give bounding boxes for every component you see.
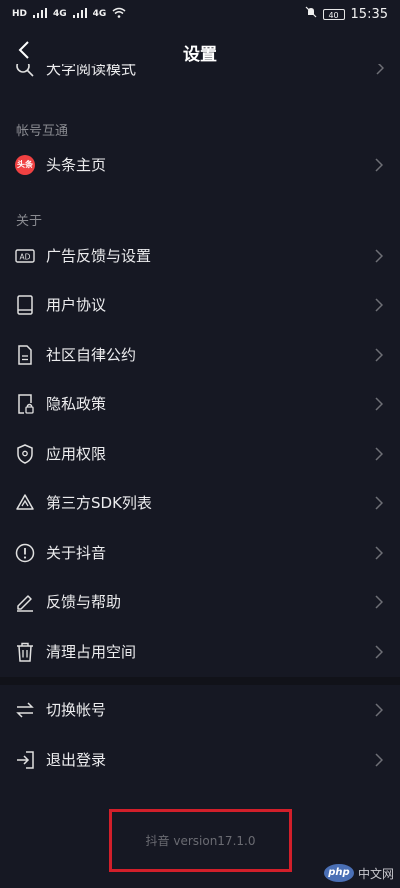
status-time: 15:35	[350, 6, 388, 22]
chevron-right-icon	[374, 396, 384, 412]
status-left: HD 4G 4G	[12, 7, 126, 22]
list-item-switch-account[interactable]: 切换帐号	[0, 685, 400, 734]
chevron-right-icon	[374, 446, 384, 462]
chevron-right-icon	[374, 495, 384, 511]
mute-bell-icon	[305, 6, 317, 22]
partial-item-label: 大字阅读模式	[46, 64, 137, 78]
network-tag-2: 4G	[92, 9, 107, 19]
switch-arrows-icon	[14, 699, 36, 721]
wifi-icon	[112, 7, 126, 22]
hd-tag: HD	[12, 9, 28, 19]
list-item-toutiao[interactable]: 头条 头条主页	[0, 140, 400, 189]
watermark-text: 中文网	[357, 866, 394, 881]
list-item-app-permissions[interactable]: 应用权限	[0, 429, 400, 478]
chevron-right-icon	[374, 545, 384, 561]
list-item-third-party-sdk[interactable]: 第三方SDK列表	[0, 478, 400, 527]
status-right: 40 15:35	[305, 6, 388, 22]
list-item-label: 关于抖音	[46, 544, 107, 562]
toutiao-badge: 头条	[15, 154, 35, 175]
pencil-icon	[14, 591, 36, 613]
document-icon	[14, 344, 36, 366]
app-version: 抖音 version17.1.0	[145, 834, 256, 848]
recycle-icon	[14, 492, 36, 514]
section-label-account-link: 帐号互通	[16, 124, 69, 139]
list-item-feedback-help[interactable]: 反馈与帮助	[0, 577, 400, 626]
list-item-label: 广告反馈与设置	[46, 247, 152, 265]
list-item-label: 隐私政策	[46, 395, 107, 413]
battery-icon: 40	[322, 8, 345, 20]
version-highlight-box: 抖音 version17.1.0	[109, 809, 292, 872]
page-title: 设置	[183, 45, 217, 65]
chevron-right-icon	[374, 347, 384, 363]
list-item-label: 用户协议	[46, 296, 107, 314]
chevron-right-icon	[376, 64, 385, 79]
list-item-ad-feedback[interactable]: AD 广告反馈与设置	[0, 231, 400, 280]
network-tag-1: 4G	[53, 9, 67, 19]
chevron-right-icon	[374, 248, 384, 264]
chevron-right-icon	[374, 157, 384, 173]
section-label-about: 关于	[16, 214, 43, 229]
list-item-label: 第三方SDK列表	[46, 494, 152, 512]
signal-icon	[33, 7, 48, 22]
list-item-label: 社区自律公约	[46, 346, 137, 364]
list-item-about-douyin[interactable]: 关于抖音	[0, 528, 400, 577]
chevron-right-icon	[374, 644, 384, 660]
book-icon	[14, 294, 36, 316]
search-icon	[15, 64, 35, 82]
privacy-lock-icon	[14, 393, 36, 415]
list-item-label: 退出登录	[46, 751, 107, 769]
list-item-community-convention[interactable]: 社区自律公约	[0, 330, 400, 379]
list-item-label: 头条主页	[46, 156, 107, 174]
list-item-logout[interactable]: 退出登录	[0, 735, 400, 784]
chevron-right-icon	[374, 594, 384, 610]
list-item-label: 切换帐号	[46, 701, 107, 719]
ad-icon: AD	[14, 245, 36, 267]
section-divider	[0, 677, 400, 685]
list-item-privacy-policy[interactable]: 隐私政策	[0, 379, 400, 428]
list-item-user-agreement[interactable]: 用户协议	[0, 280, 400, 329]
svg-text:AD: AD	[20, 252, 31, 261]
toutiao-logo-icon: 头条	[14, 154, 36, 176]
trash-icon	[14, 641, 36, 663]
signal-icon-2	[72, 7, 87, 22]
php-logo: php	[323, 864, 354, 882]
chevron-right-icon	[374, 702, 384, 718]
list-item-partial[interactable]: 大字阅读模式	[0, 64, 400, 86]
list-item-clear-storage[interactable]: 清理占用空间	[0, 627, 400, 676]
chevron-right-icon	[374, 297, 384, 313]
list-item-label: 应用权限	[46, 445, 107, 463]
shield-icon	[14, 443, 36, 465]
list-item-label: 清理占用空间	[46, 643, 137, 661]
logout-icon	[14, 749, 36, 771]
chevron-right-icon	[374, 752, 384, 768]
status-bar: HD 4G 4G 40 15:35	[0, 0, 400, 28]
watermark: php 中文网	[323, 864, 394, 882]
info-circle-icon	[14, 542, 36, 564]
list-item-label: 反馈与帮助	[46, 593, 122, 611]
